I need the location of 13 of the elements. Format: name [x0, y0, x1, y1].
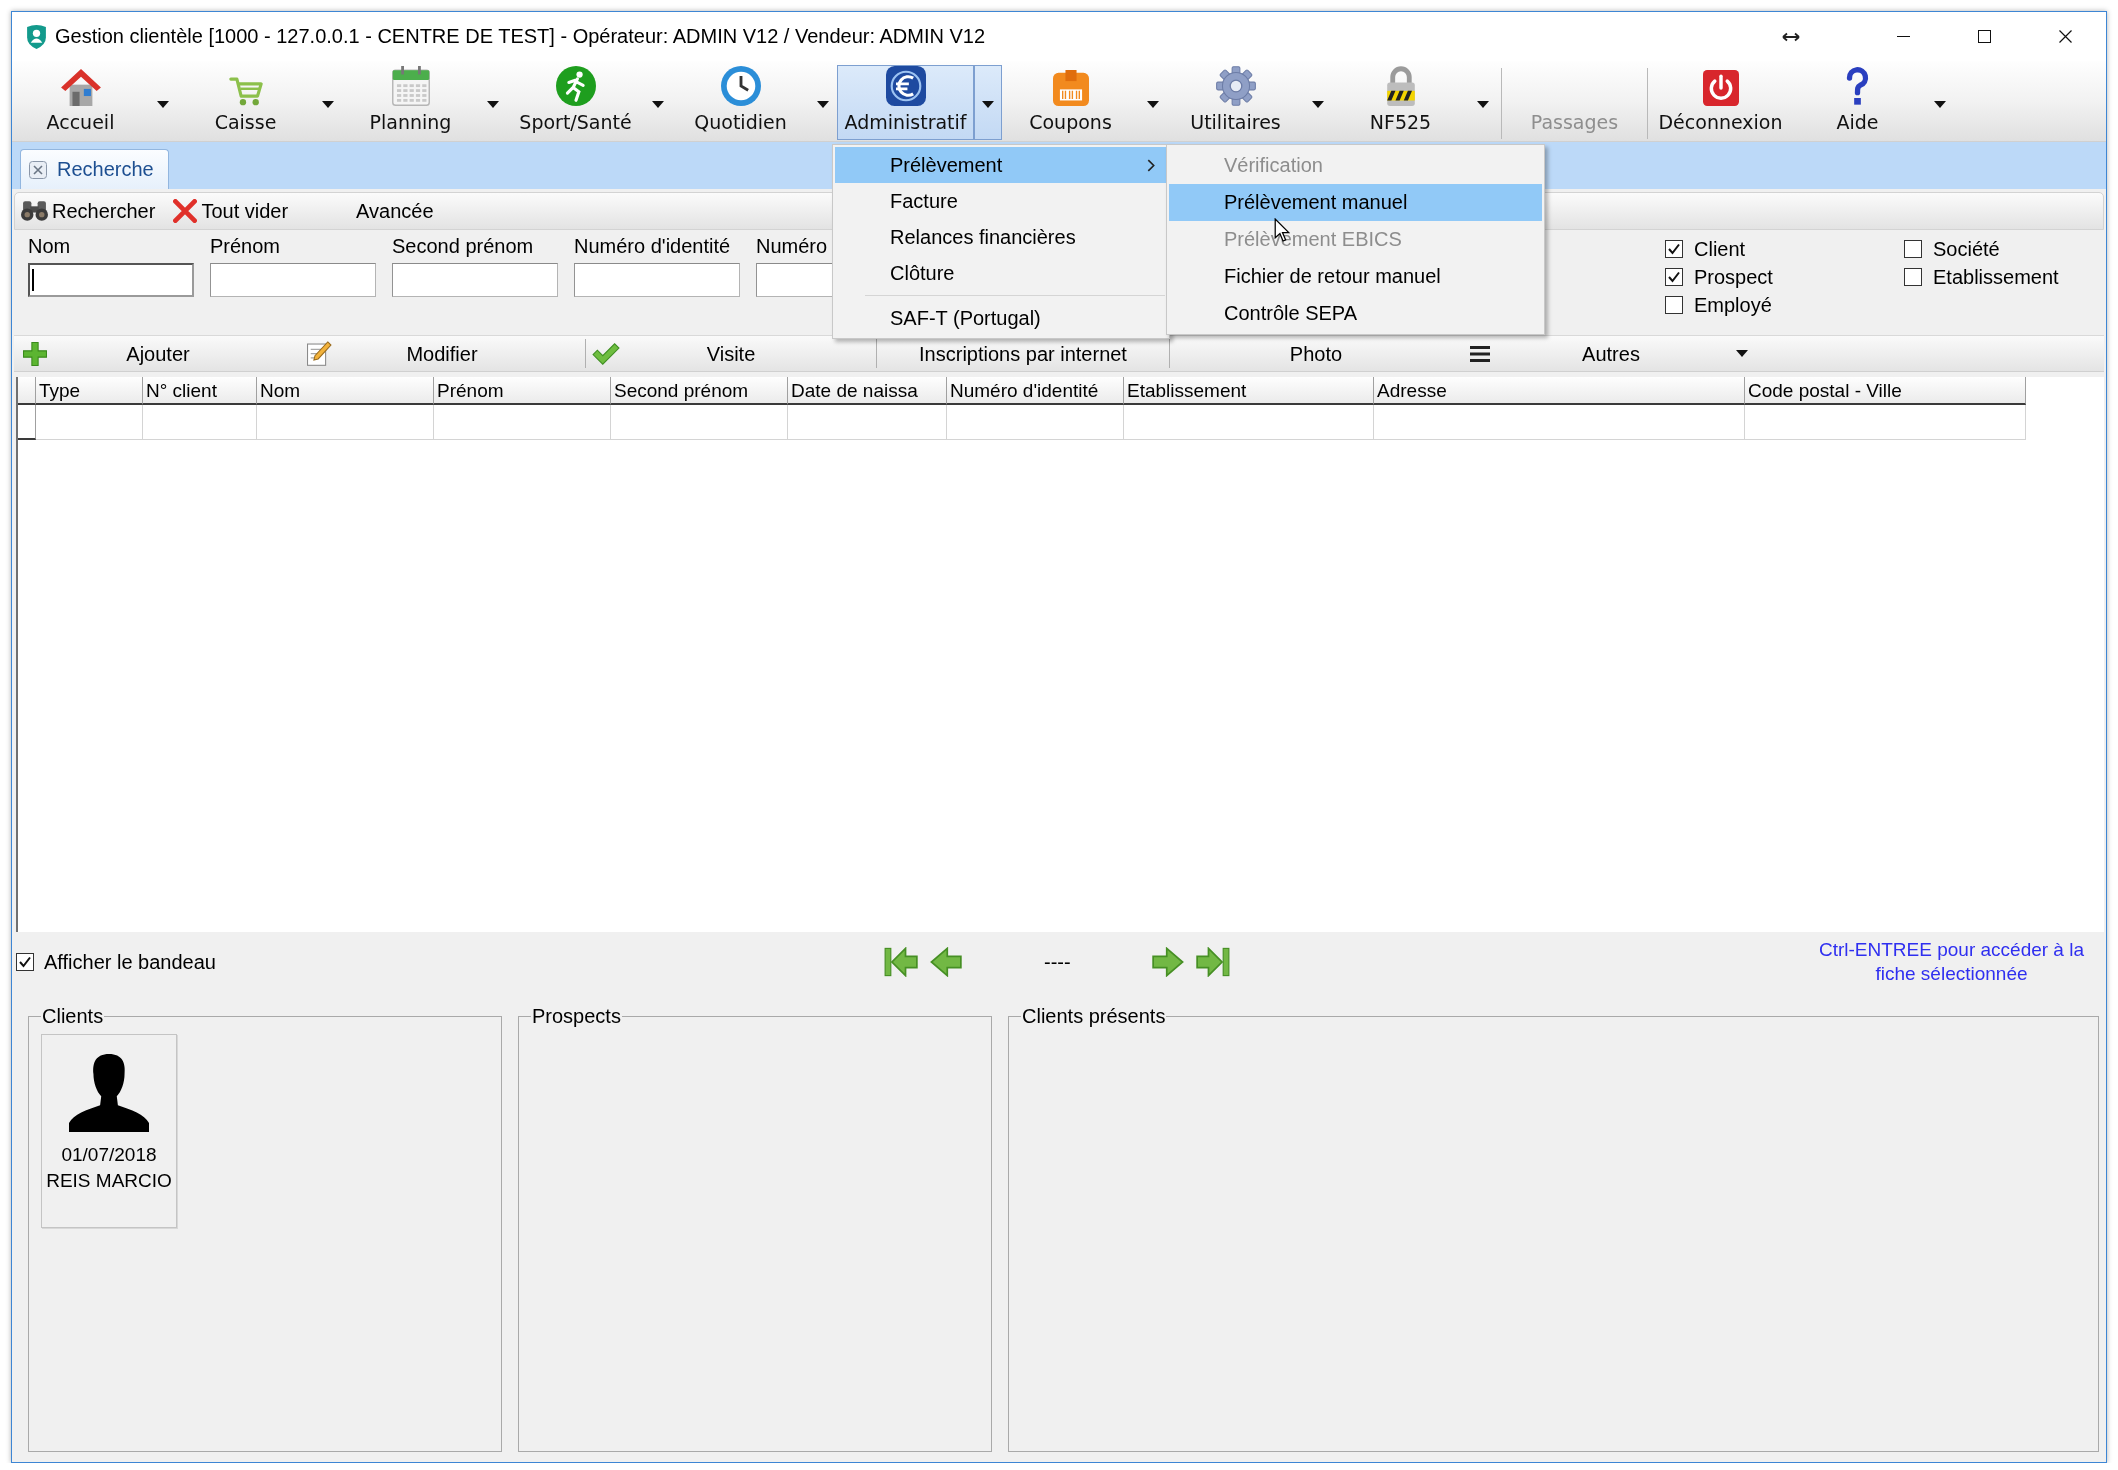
field-label: Nom — [28, 234, 71, 258]
client-date: 01/07/2018 — [61, 1143, 157, 1167]
record-position: ---- — [1044, 950, 1071, 974]
group-box-title: Clients — [41, 1005, 105, 1028]
field-label: Numéro — [756, 234, 828, 258]
field-label: Prénom — [210, 234, 281, 258]
client-name: REIS MARCIO — [46, 1169, 172, 1193]
group-box-title: Clients présents — [1021, 1005, 1167, 1028]
group-box-title: Prospects — [531, 1005, 622, 1028]
field-label: Second prénom — [392, 234, 534, 258]
window-title: Gestion clientèle [1000 - 127.0.0.1 - CENTRE DE TEST] - Opérateur: ADMIN V12 / Vendeur: ADMIN V12 — [55, 25, 986, 48]
keyboard-hint: Ctrl-ENTREE pour accéder à la fiche sélectionnée — [1817, 938, 2085, 986]
field-label: Numéro d'identité — [574, 234, 731, 258]
